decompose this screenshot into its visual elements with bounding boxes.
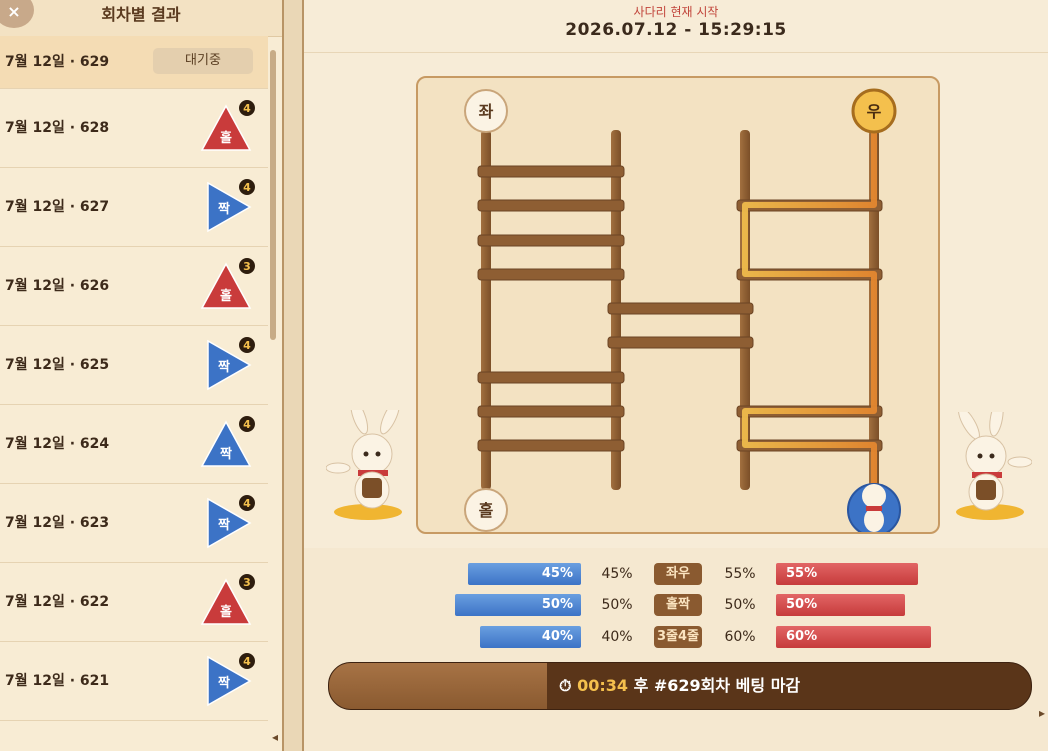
left-percent: 50% [601, 597, 633, 613]
round-row[interactable]: 7월 12일 · 622 홀 3 [0, 563, 268, 642]
line-count: 4 [243, 497, 251, 510]
result-badge: 짝4 [207, 337, 255, 391]
round-row[interactable]: 7월 12일 · 628 홀 4 [0, 89, 268, 168]
rabbit-mascot-right [956, 412, 1032, 520]
right-ratio-bar: 55% [776, 563, 918, 585]
chevron-right-icon[interactable]: ▸ [1039, 706, 1045, 720]
round-label: 7월 12일 · 629 [5, 54, 110, 70]
line-count: 4 [243, 339, 251, 352]
main-area: 사다리 현재 시작 2026.07.12 - 15:29:15 좌 우 홀 45… [304, 0, 1048, 751]
result-label: 홀 [220, 604, 232, 620]
left-ratio-bar: 50% [455, 594, 581, 616]
waiting-badge: 대기중 [153, 48, 253, 74]
timer-progress [329, 663, 547, 709]
round-row[interactable]: 7월 12일 · 626 홀 3 [0, 247, 268, 326]
round-row[interactable]: 7월 12일 · 621 짝 4 [0, 642, 268, 721]
right-ratio-bar: 50% [776, 594, 905, 616]
line-count: 4 [243, 418, 251, 431]
round-label: 7월 12일 · 627 [5, 199, 110, 215]
ladder-board: 좌 우 홀 [416, 76, 940, 534]
ladder-svg: 좌 우 홀 [464, 88, 901, 532]
timer-text: ⏱ 00:34 후 #629회차 베팅 마감 [559, 663, 800, 709]
result-badge: 짝4 [200, 416, 255, 467]
start-right-label: 우 [867, 102, 882, 121]
right-percent: 60% [724, 629, 756, 645]
round-label: 7월 12일 · 628 [5, 120, 110, 136]
result-badge: 짝4 [207, 495, 255, 549]
timer-message: 후 #629회차 베팅 마감 [633, 676, 801, 695]
left-ratio-bar: 40% [480, 626, 581, 648]
end-token-left: 홀 [464, 488, 508, 532]
result-badge: 홀4 [200, 100, 255, 151]
round-row[interactable]: 7월 12일 · 627 짝 4 [0, 168, 268, 247]
timer-countdown: 00:34 [577, 676, 628, 695]
right-ratio-bar: 60% [776, 626, 931, 648]
round-row[interactable]: 7월 12일 · 624 짝 4 [0, 405, 268, 484]
result-badge: 짝4 [207, 179, 255, 233]
panel-header: × 회차별 결과 [0, 0, 282, 37]
line-count: 3 [243, 260, 251, 273]
current-round-row[interactable]: 7월 12일 · 629 대기중 [0, 36, 268, 89]
left-percent: 45% [601, 566, 633, 582]
round-label: 7월 12일 · 621 [5, 673, 110, 689]
result-label: 짝 [218, 675, 230, 691]
scrollbar-thumb[interactable] [270, 50, 276, 340]
line-count: 3 [243, 576, 251, 589]
panel-divider[interactable]: ◂ [272, 0, 304, 751]
rail-1 [481, 130, 491, 490]
left-percent: 40% [601, 629, 633, 645]
game-status: 사다리 현재 시작 [633, 5, 719, 19]
round-row[interactable]: 7월 12일 · 625 짝 4 [0, 326, 268, 405]
round-results-panel: × 회차별 결과 7월 12일 · 629 대기중 7월 12일 · 628 홀 4… [0, 0, 283, 751]
chevron-left-icon[interactable]: ◂ [272, 730, 278, 744]
round-label: 7월 12일 · 623 [5, 515, 110, 531]
result-badge: 홀3 [200, 574, 255, 625]
stopwatch-icon: ⏱ [559, 676, 572, 695]
right-percent: 50% [724, 597, 756, 613]
result-label: 짝 [218, 517, 230, 533]
round-label: 7월 12일 · 622 [5, 594, 110, 610]
result-label: 짝 [218, 359, 230, 375]
round-label: 7월 12일 · 625 [5, 357, 110, 373]
end-left-label: 홀 [479, 501, 494, 520]
left-ratio-bar: 45% [468, 563, 581, 585]
bet-type-label: 홀짝 [654, 594, 702, 616]
line-count: 4 [243, 181, 251, 194]
line-count: 4 [243, 655, 251, 668]
result-label: 홀 [220, 288, 232, 304]
bet-type-label: 3줄4줄 [654, 626, 702, 648]
result-label: 홀 [220, 130, 232, 146]
round-datetime: 2026.07.12 - 15:29:15 [565, 20, 787, 40]
bet-type-label: 좌우 [654, 563, 702, 585]
rabbit-mascot-left [326, 410, 402, 520]
panel-title: 회차별 결과 [101, 5, 181, 24]
line-count: 4 [243, 102, 251, 115]
start-token-right: 우 [851, 88, 897, 134]
end-token-right [847, 483, 901, 532]
round-row[interactable]: 7월 12일 · 623 짝 4 [0, 484, 268, 563]
result-label: 짝 [218, 201, 230, 217]
start-left-label: 좌 [479, 102, 494, 121]
result-path [742, 118, 877, 483]
result-label: 짝 [220, 446, 232, 462]
close-icon[interactable]: × [0, 0, 34, 28]
round-label: 7월 12일 · 626 [5, 278, 110, 294]
result-badge: 짝4 [207, 653, 255, 707]
right-percent: 55% [724, 566, 756, 582]
start-token-left: 좌 [464, 89, 508, 133]
round-label: 7월 12일 · 624 [5, 436, 110, 452]
betting-timer: ⏱ 00:34 후 #629회차 베팅 마감 [328, 662, 1032, 710]
result-badge: 홀3 [200, 258, 255, 309]
divider-line [304, 52, 1048, 53]
